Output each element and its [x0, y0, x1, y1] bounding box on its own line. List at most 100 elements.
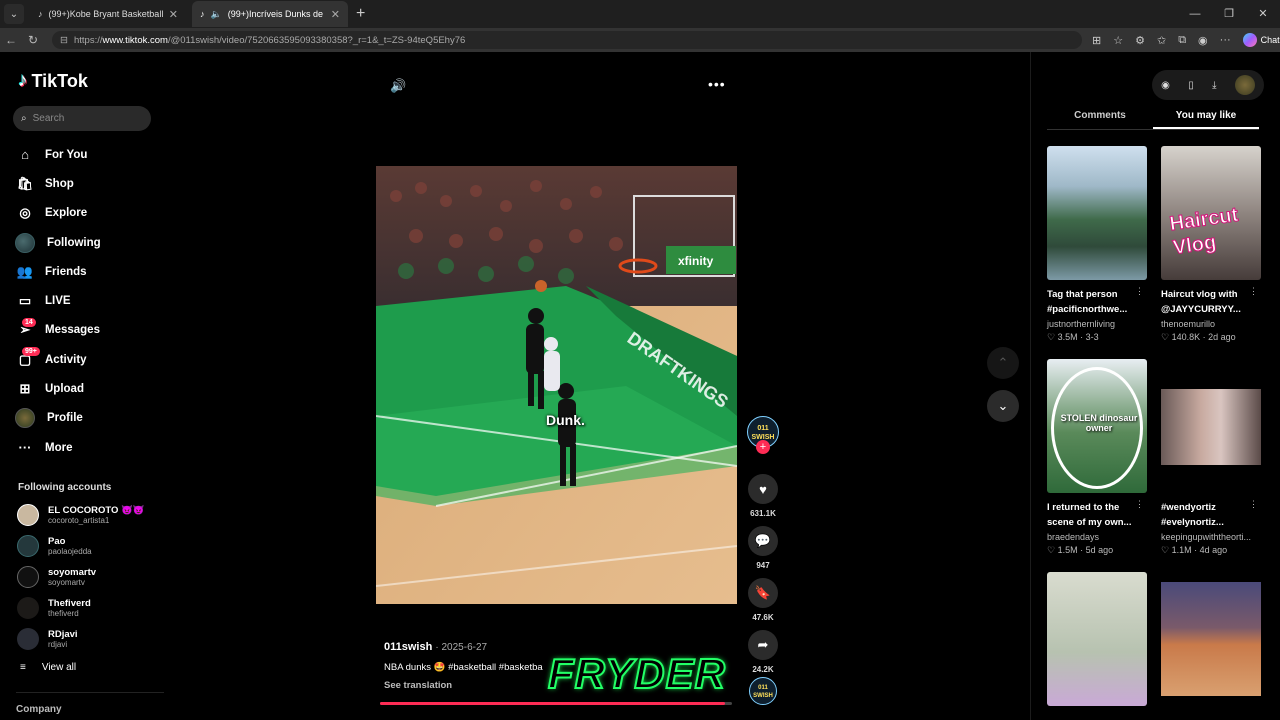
friends-icon: 👥	[16, 263, 34, 279]
card-more-icon[interactable]: ⋮	[1249, 286, 1258, 297]
like-button[interactable]: ♥ 631.1K	[745, 474, 781, 518]
card-more-icon[interactable]: ⋮	[1135, 286, 1144, 297]
more-icon: ···	[18, 440, 32, 456]
video-thumbnail	[1161, 359, 1261, 493]
tab-you-may-like[interactable]: You may like	[1153, 110, 1259, 129]
nav-messages[interactable]: ➢ 14 Messages	[0, 316, 165, 345]
chevron-down-icon: ⌄	[997, 398, 1009, 413]
share-button[interactable]: ➦ 24.2K	[745, 630, 781, 674]
nav-live[interactable]: ▭ LIVE	[0, 286, 165, 315]
video-frame: DRAFTKINGS xfinity	[376, 166, 737, 604]
logo-text: TikTok	[31, 70, 88, 91]
browser-tab-1[interactable]: ♪ (99+)Kobe Bryant Basketball Highl ✕	[30, 1, 186, 27]
card-user[interactable]: keepingupwiththeorti...	[1161, 532, 1262, 542]
refresh-icon[interactable]: ↻	[22, 33, 44, 47]
url-prefix: https://	[73, 34, 103, 46]
list-icon: ≡	[20, 662, 26, 673]
following-account[interactable]: EL COCOROTO 😈😈 cocoroto_artista1	[17, 504, 145, 526]
next-video-button[interactable]: ⌄	[987, 390, 1019, 422]
url-path: /@011swish/video/7520663595093380358?_r=…	[167, 34, 466, 46]
following-account[interactable]: Thefiverd thefiverd	[17, 597, 91, 619]
previous-video-button[interactable]: ⌃	[987, 347, 1019, 379]
following-account[interactable]: soyomartv soyomartv	[17, 566, 96, 588]
tab-title: (99+)Kobe Bryant Basketball Highl	[48, 9, 163, 19]
nav-shop[interactable]: 🛍 Shop	[0, 169, 165, 198]
following-account[interactable]: Pao paolaojedda	[17, 535, 92, 557]
new-tab-button[interactable]: +	[356, 5, 365, 23]
collections-icon[interactable]: ⧉	[1178, 34, 1186, 47]
nav-friends[interactable]: 👥 Friends	[0, 257, 165, 286]
more-options-icon[interactable]: •••	[708, 76, 726, 92]
music-disc-avatar[interactable]: 011 SWISH	[749, 677, 777, 705]
tab-list-button[interactable]: ⌄	[4, 4, 24, 24]
card-more-icon[interactable]: ⋮	[1249, 499, 1258, 510]
compass-icon[interactable]: ◉	[1161, 80, 1170, 91]
volume-icon[interactable]: 🔊	[390, 78, 406, 94]
like-count: 631.1K	[750, 509, 776, 518]
chat-label: Chat	[1260, 35, 1280, 45]
company-link[interactable]: Company	[16, 704, 62, 715]
card-stats: ♡ 3.5M · 3-3	[1047, 332, 1099, 342]
divider	[16, 692, 164, 693]
download-icon[interactable]: ⤓	[1212, 80, 1216, 91]
favorite-star-icon[interactable]: ☆	[1113, 34, 1123, 47]
recommended-video-card[interactable]	[1047, 572, 1148, 706]
close-window-icon[interactable]: ✕	[1246, 0, 1280, 28]
mobile-icon[interactable]: ▯	[1188, 80, 1194, 91]
card-user[interactable]: justnorthernliving	[1047, 319, 1148, 329]
following-account[interactable]: RDjavi rdjavi	[17, 628, 78, 650]
nav-following[interactable]: Following	[0, 228, 165, 257]
card-more-icon[interactable]: ⋮	[1135, 499, 1144, 510]
speaker-icon[interactable]: 🔈	[211, 9, 222, 20]
action-bar: 011 SWISH + ♥ 631.1K 💬 947 🔖 47.6K ➦ 24.…	[745, 416, 781, 674]
search-icon: ⌕	[21, 113, 27, 124]
nav-upload[interactable]: ⊞ Upload	[0, 374, 165, 403]
minimize-icon[interactable]: —	[1178, 0, 1212, 28]
site-info-icon[interactable]: ⊟	[60, 35, 68, 46]
progress-bar[interactable]	[380, 702, 732, 705]
profile-avatar	[15, 408, 35, 429]
recommended-video-card[interactable]	[1161, 572, 1262, 706]
video-player[interactable]: DRAFTKINGS xfinity Dunk.	[376, 166, 737, 604]
recommended-video-card[interactable]: #wendyortiz #evelynortiz... ⋮ keepingupw…	[1161, 359, 1262, 556]
nav-explore[interactable]: ◎ Explore	[0, 199, 165, 228]
shop-icon: 🛍	[16, 175, 34, 191]
tab-comments[interactable]: Comments	[1047, 110, 1153, 129]
video-thumbnail	[1047, 572, 1147, 706]
extensions-icon[interactable]: ⚙	[1135, 34, 1145, 47]
recommended-video-card[interactable]: Tag that person #pacificnorthwe... ⋮ jus…	[1047, 146, 1148, 343]
author-name[interactable]: 011swish	[384, 641, 432, 653]
nav-more[interactable]: ··· More	[0, 433, 165, 462]
url-field[interactable]: ⊟ https://www.tiktok.com/@011swish/video…	[52, 31, 1082, 49]
favorites-icon[interactable]: ✩	[1157, 34, 1166, 47]
tiktok-logo[interactable]: ♪ TikTok	[18, 70, 88, 92]
nav-label: Upload	[45, 383, 84, 396]
nav-for-you[interactable]: ⌂ For You	[0, 140, 165, 169]
search-input[interactable]: ⌕ Search	[13, 106, 151, 131]
browser-tab-2[interactable]: ♪ 🔈 (99+)Incríveis Dunks de Ja Mo ✕	[192, 1, 348, 27]
close-tab-icon[interactable]: ✕	[331, 8, 340, 21]
settings-more-icon[interactable]: ···	[1220, 34, 1231, 46]
recommended-video-card[interactable]: Haircut Vlog Haircut vlog with @JAYYCURR…	[1161, 146, 1262, 343]
browser-tab-bar: ⌄ ♪ (99+)Kobe Bryant Basketball Highl ✕ …	[0, 0, 1280, 28]
profile-icon[interactable]: ◉	[1198, 34, 1208, 47]
recommended-video-card[interactable]: STOLEN dinosaur owner I returned to the …	[1047, 359, 1148, 556]
restore-icon[interactable]: ❐	[1212, 0, 1246, 28]
close-tab-icon[interactable]: ✕	[169, 8, 178, 21]
nav-profile[interactable]: Profile	[0, 404, 165, 433]
split-screen-icon[interactable]: ⊞	[1092, 34, 1101, 47]
view-all-link[interactable]: ≡ View all	[20, 662, 76, 673]
user-avatar[interactable]	[1234, 75, 1255, 95]
save-button[interactable]: 🔖 47.6K	[745, 578, 781, 622]
card-user[interactable]: thenoemurillo	[1161, 319, 1262, 329]
back-icon[interactable]: ←	[0, 33, 22, 47]
follow-button[interactable]: +	[756, 440, 770, 454]
nav-label: For You	[45, 148, 88, 161]
nav-label: Shop	[45, 177, 74, 190]
card-user[interactable]: braedendays	[1047, 532, 1148, 542]
comment-button[interactable]: 💬 947	[745, 526, 781, 570]
nav-activity[interactable]: ▢ 99+ Activity	[0, 345, 165, 374]
copilot-chat-button[interactable]: Chat	[1242, 33, 1280, 47]
chevron-up-icon: ⌃	[997, 355, 1009, 370]
thumbnail-overlay-text: STOLEN dinosaur owner	[1060, 413, 1138, 433]
